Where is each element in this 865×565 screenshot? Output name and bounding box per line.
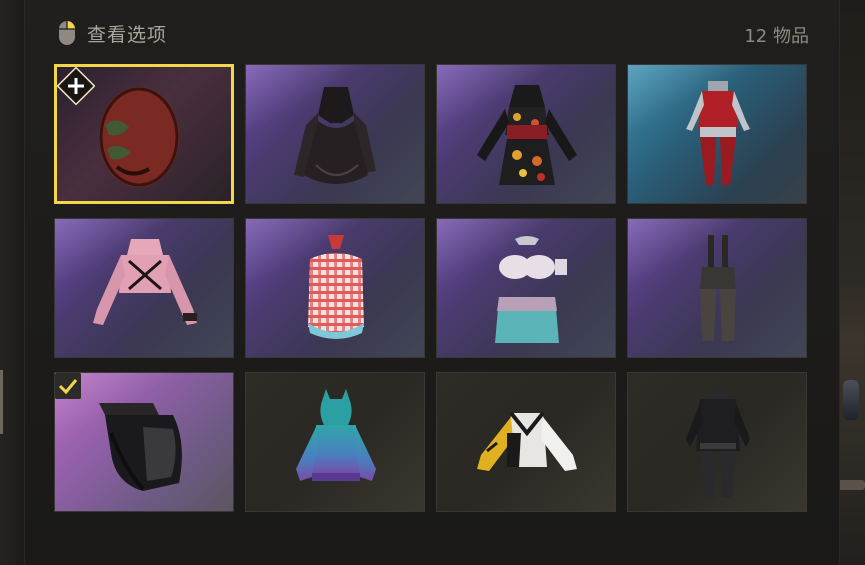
item-tile[interactable] [245,218,425,358]
panel-header: 查看选项 12 物品 [25,0,839,64]
background-right [837,0,865,565]
item-tile[interactable] [245,372,425,512]
plaid-swimsuit-icon [308,235,364,339]
item-tile[interactable] [627,64,807,204]
gradient-hoodie-icon [296,389,376,481]
black-face-mask-icon [99,403,182,491]
edge-indicator [0,370,3,434]
add-icon[interactable] [57,67,95,105]
panel-title: 查看选项 [87,24,168,46]
background-lamp [843,380,859,420]
item-tile[interactable] [627,218,807,358]
item-tile[interactable] [627,372,807,512]
item-tile[interactable] [436,64,616,204]
dark-overalls-icon [700,235,736,341]
pink-crop-top-icon [93,239,197,325]
item-count: 12 物品 [744,26,809,47]
check-icon [55,373,81,399]
background-bar [837,480,865,490]
item-tile[interactable] [54,218,234,358]
item-tile[interactable] [54,372,234,512]
black-lace-dress-icon [294,87,376,184]
item-options-panel: 查看选项 12 物品 [24,0,840,565]
mermaid-outfit-icon [495,236,567,343]
floral-cheongsam-dress-icon [477,85,577,185]
item-tile[interactable] [436,218,616,358]
mouse-icon [59,21,75,45]
item-tile[interactable] [54,64,234,204]
item-tile[interactable] [245,64,425,204]
red-suit-icon [686,81,750,185]
background-left [0,0,24,565]
yellow-jacket-icon [477,411,577,471]
item-tile[interactable] [436,372,616,512]
black-outfit-icon [686,389,750,497]
